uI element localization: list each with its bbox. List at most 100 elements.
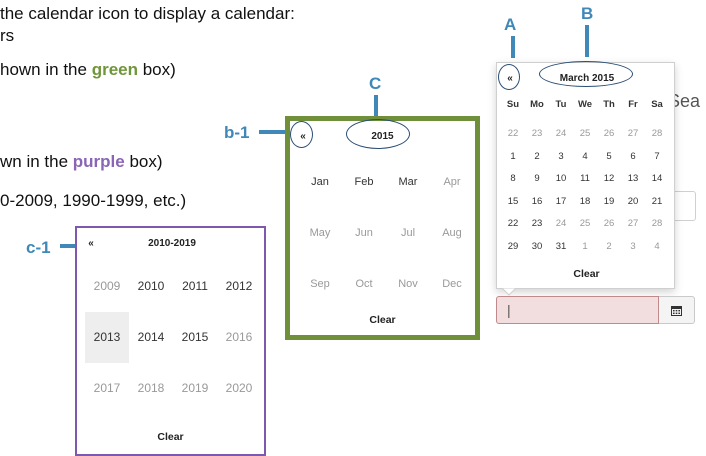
month-cell[interactable]: Apr [430, 157, 474, 208]
month-cell[interactable]: Jul [386, 208, 430, 259]
year-cell[interactable]: 2015 [173, 312, 217, 363]
month-cell[interactable]: Sep [298, 259, 342, 310]
day-cell[interactable]: 18 [573, 191, 597, 214]
year-cell[interactable]: 2016 [217, 312, 261, 363]
year-picker-box: « 2010-2019 2009 2010 2011 2012 2013 2014 2015… [75, 226, 266, 456]
callout-c-pointer [374, 95, 378, 117]
day-cell[interactable]: 13 [621, 168, 645, 191]
day-cell[interactable]: 23 [525, 213, 549, 236]
weekday-label: Th [603, 99, 615, 110]
day-cell[interactable]: 3 [549, 146, 573, 169]
day-cell[interactable]: 25 [573, 213, 597, 236]
day-cell[interactable]: 10 [549, 168, 573, 191]
day-picker-clear-button[interactable]: Clear [497, 268, 676, 280]
day-cell[interactable]: 6 [621, 146, 645, 169]
day-cell[interactable]: 4 [573, 146, 597, 169]
year-picker-title[interactable]: 2010-2019 [117, 236, 227, 252]
year-cell[interactable]: 2013 [85, 312, 129, 363]
month-cell[interactable]: Feb [342, 157, 386, 208]
weekday-label: Su [506, 99, 520, 110]
purple-word: purple [72, 152, 125, 171]
day-cell[interactable]: 1 [573, 236, 597, 259]
callout-b: B [581, 4, 594, 23]
month-cell[interactable]: Dec [430, 259, 474, 310]
month-cell[interactable]: Aug [430, 208, 474, 259]
day-cell[interactable]: 27 [621, 213, 645, 236]
weekday-header: Su Mo Tu We Th Fr Sa [501, 99, 669, 110]
year-cell[interactable]: 2010 [129, 261, 173, 312]
day-cell[interactable]: 2 [525, 146, 549, 169]
year-cell[interactable]: 2018 [129, 363, 173, 414]
day-cell[interactable]: 28 [645, 123, 669, 146]
day-cell[interactable]: 31 [549, 236, 573, 259]
month-cell[interactable]: May [298, 208, 342, 259]
weekday-label: Tu [555, 99, 567, 110]
popup-arrow [502, 288, 516, 296]
day-cell[interactable]: 16 [525, 191, 549, 214]
month-cell[interactable]: Mar [386, 157, 430, 208]
callout-a: A [504, 15, 517, 34]
callout-c-ellipse [346, 119, 410, 149]
callout-b1-pointer [259, 130, 287, 134]
day-cell[interactable]: 24 [549, 213, 573, 236]
year-cell[interactable]: 2011 [173, 261, 217, 312]
day-cell[interactable]: 19 [597, 191, 621, 214]
month-picker-box: « 2015 Jan Feb Mar Apr May Jun Jul Aug Sep Oct Nov… [285, 116, 480, 340]
day-cell[interactable]: 5 [597, 146, 621, 169]
weekday-label: Fr [628, 99, 638, 110]
day-cell[interactable]: 1 [501, 146, 525, 169]
day-cell[interactable]: 21 [645, 191, 669, 214]
month-picker-clear-button[interactable]: Clear [290, 314, 475, 326]
calendar-button[interactable] [659, 296, 695, 324]
day-cell[interactable]: 23 [525, 123, 549, 146]
callout-c: C [369, 74, 382, 93]
callout-a-ellipse [498, 64, 520, 90]
callout-c1: c-1 [26, 238, 51, 257]
doc-line-5: 0-2009, 1990-1999, etc.) [0, 191, 187, 210]
day-cell[interactable]: 15 [501, 191, 525, 214]
year-cell[interactable]: 2012 [217, 261, 261, 312]
day-cell[interactable]: 4 [645, 236, 669, 259]
day-cell[interactable]: 9 [525, 168, 549, 191]
day-cell[interactable]: 26 [597, 213, 621, 236]
day-cell[interactable]: 22 [501, 213, 525, 236]
day-cell[interactable]: 11 [573, 168, 597, 191]
year-picker-prev-button[interactable]: « [82, 236, 100, 252]
day-cell[interactable]: 22 [501, 123, 525, 146]
day-cell[interactable]: 27 [621, 123, 645, 146]
month-grid: Jan Feb Mar Apr May Jun Jul Aug Sep Oct Nov Dec [298, 157, 474, 310]
day-cell[interactable]: 28 [645, 213, 669, 236]
year-grid: 2009 2010 2011 2012 2013 2014 2015 2016 2017 2018… [85, 261, 261, 414]
date-input[interactable]: | [496, 296, 659, 324]
year-cell[interactable]: 2019 [173, 363, 217, 414]
day-cell[interactable]: 3 [621, 236, 645, 259]
weekday-label: Mo [530, 99, 544, 110]
day-picker-popup: « March 2015 Su Mo Tu We Th Fr Sa 22 23 24 25 26 27… [496, 62, 675, 289]
year-cell[interactable]: 2014 [129, 312, 173, 363]
day-cell[interactable]: 24 [549, 123, 573, 146]
month-cell[interactable]: Jan [298, 157, 342, 208]
day-cell[interactable]: 29 [501, 236, 525, 259]
calendar-icon [671, 306, 682, 316]
day-cell[interactable]: 8 [501, 168, 525, 191]
day-cell[interactable]: 7 [645, 146, 669, 169]
year-cell[interactable]: 2020 [217, 363, 261, 414]
day-cell[interactable]: 14 [645, 168, 669, 191]
day-cell[interactable]: 17 [549, 191, 573, 214]
month-cell[interactable]: Oct [342, 259, 386, 310]
month-cell[interactable]: Nov [386, 259, 430, 310]
callout-b-ellipse [539, 61, 633, 87]
doc-line-3-suffix: box) [137, 60, 176, 79]
day-cell[interactable]: 30 [525, 236, 549, 259]
year-cell[interactable]: 2009 [85, 261, 129, 312]
month-cell[interactable]: Jun [342, 208, 386, 259]
day-cell[interactable]: 12 [597, 168, 621, 191]
callout-b1: b-1 [224, 123, 250, 142]
day-cell[interactable]: 2 [597, 236, 621, 259]
year-cell[interactable]: 2017 [85, 363, 129, 414]
callout-b-pointer [585, 25, 589, 57]
day-cell[interactable]: 20 [621, 191, 645, 214]
year-picker-clear-button[interactable]: Clear [77, 431, 264, 443]
day-cell[interactable]: 26 [597, 123, 621, 146]
day-cell[interactable]: 25 [573, 123, 597, 146]
